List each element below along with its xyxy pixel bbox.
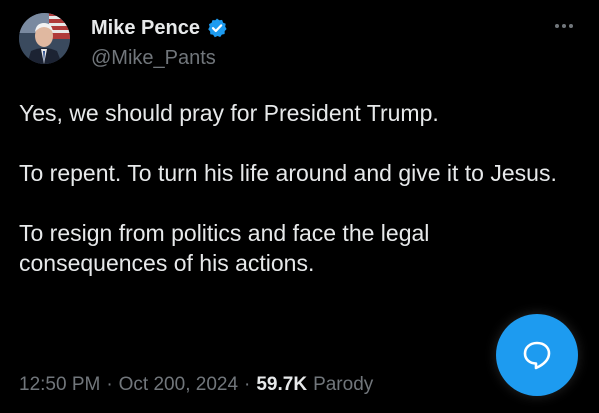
meta-separator: · (244, 374, 251, 395)
verified-badge-icon[interactable] (206, 17, 228, 39)
chat-bubble-icon (523, 341, 551, 370)
parody-label: Parody (313, 374, 374, 395)
views-count[interactable]: 59.7K (256, 373, 307, 397)
tweet-meta: 12:50 PM · Oct 200, 2024 · 59.7K Parody (19, 373, 373, 397)
meta-separator: · (106, 374, 113, 395)
avatar[interactable] (19, 13, 70, 64)
tweet-time[interactable]: 12:50 PM (19, 373, 100, 397)
dot (569, 24, 573, 28)
more-options-icon[interactable] (548, 16, 580, 36)
tweet-text: Yes, we should pray for President Trump.… (19, 98, 564, 278)
tweet-paragraph: To repent. To turn his life around and g… (19, 160, 557, 186)
avatar-image (19, 13, 70, 64)
author-handle[interactable]: @Mike_Pants (91, 46, 216, 70)
tweet-paragraph: To resign from politics and face the leg… (19, 220, 430, 276)
tweet-paragraph: Yes, we should pray for President Trump. (19, 100, 439, 126)
reply-fab-button[interactable] (496, 314, 578, 396)
tweet-date[interactable]: Oct 200, 2024 (119, 373, 238, 397)
author-name-row: Mike Pence (91, 16, 228, 40)
author-display-name[interactable]: Mike Pence (91, 16, 200, 40)
tweet-card: Mike Pence @Mike_Pants Yes, we should pr… (0, 0, 599, 413)
dot (562, 24, 566, 28)
dot (555, 24, 559, 28)
